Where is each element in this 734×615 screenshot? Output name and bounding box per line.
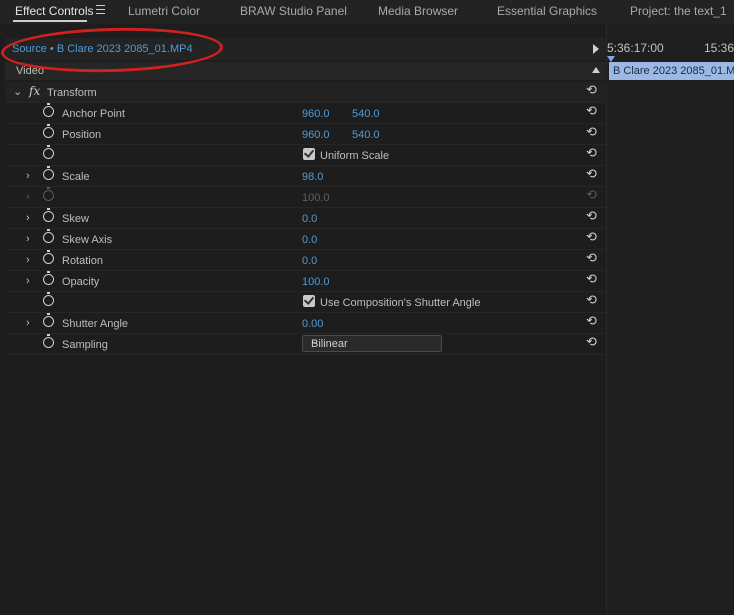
chevron-right-icon[interactable]: ›	[26, 212, 30, 224]
shutter-angle-value[interactable]: 0.00	[302, 318, 323, 330]
stopwatch-icon[interactable]	[43, 103, 54, 117]
stopwatch-icon[interactable]	[43, 229, 54, 243]
position-x-value[interactable]: 960.0	[302, 129, 330, 141]
skew-axis-row: › Skew Axis 0.0 ⟲	[5, 229, 605, 250]
position-label: Position	[62, 129, 102, 141]
skew-axis-label: Skew Axis	[62, 234, 113, 246]
reset-icon[interactable]: ⟲	[586, 335, 598, 348]
hamburger-menu-icon[interactable]	[96, 5, 105, 15]
stopwatch-icon[interactable]	[43, 334, 54, 348]
scale-width-row: › 100.0 ⟲	[5, 187, 605, 208]
stopwatch-icon[interactable]	[43, 313, 54, 327]
stopwatch-icon[interactable]	[43, 124, 54, 138]
scale-row: › Scale 98.0 ⟲	[5, 166, 605, 187]
anchor-point-y-value[interactable]: 540.0	[352, 108, 380, 120]
reset-icon[interactable]: ⟲	[586, 209, 598, 222]
transform-label: Transform	[47, 87, 97, 99]
stopwatch-icon[interactable]	[43, 208, 54, 222]
uniform-scale-row: Uniform Scale ⟲	[5, 145, 605, 166]
uniform-scale-label[interactable]: Uniform Scale	[320, 150, 389, 162]
rotation-value[interactable]: 0.0	[302, 255, 317, 267]
scroll-up-icon[interactable]	[592, 67, 600, 73]
use-comp-shutter-label[interactable]: Use Composition's Shutter Angle	[320, 297, 480, 309]
scale-width-value: 100.0	[302, 192, 330, 204]
reset-icon[interactable]: ⟲	[586, 251, 598, 264]
reset-icon: ⟲	[586, 187, 597, 202]
chevron-right-icon: ›	[26, 191, 30, 203]
use-comp-shutter-row: Use Composition's Shutter Angle ⟲	[5, 292, 605, 313]
stopwatch-icon[interactable]	[43, 271, 54, 285]
reset-icon[interactable]: ⟲	[586, 146, 598, 159]
scale-value[interactable]: 98.0	[302, 171, 323, 183]
panel-tab-bar: Effect Controls Lumetri Color BRAW Studi…	[0, 0, 734, 24]
stopwatch-icon[interactable]	[43, 145, 54, 159]
skew-axis-value[interactable]: 0.0	[302, 234, 317, 246]
use-comp-shutter-checkbox[interactable]	[303, 295, 315, 307]
reset-icon[interactable]: ⟲	[586, 83, 598, 96]
uniform-scale-checkbox[interactable]	[303, 148, 315, 160]
timecode-label: 15:36	[704, 41, 734, 55]
sampling-row: Sampling Bilinear ⌄ ⟲	[5, 334, 605, 355]
chevron-right-icon[interactable]: ›	[26, 254, 30, 266]
rotation-label: Rotation	[62, 255, 103, 267]
reset-icon[interactable]: ⟲	[586, 230, 598, 243]
skew-row: › Skew 0.0 ⟲	[5, 208, 605, 229]
anchor-point-x-value[interactable]: 960.0	[302, 108, 330, 120]
clip-bar-label: B Clare 2023 2085_01.MP4	[613, 65, 734, 77]
reset-icon[interactable]: ⟲	[586, 104, 598, 117]
clip-bar[interactable]: B Clare 2023 2085_01.MP4	[609, 62, 734, 80]
timecode-label: 5:36:17:00	[607, 41, 664, 55]
chevron-right-icon[interactable]: ›	[26, 233, 30, 245]
tab-essential-graphics[interactable]: Essential Graphics	[497, 4, 597, 18]
chevron-down-icon: ⌄	[311, 336, 320, 347]
chevron-right-icon[interactable]: ›	[26, 170, 30, 182]
chevron-right-icon[interactable]: ›	[26, 275, 30, 287]
skew-value[interactable]: 0.0	[302, 213, 317, 225]
tab-effect-controls[interactable]: Effect Controls	[15, 4, 93, 18]
shutter-angle-label: Shutter Angle	[62, 318, 129, 330]
rotation-row: › Rotation 0.0 ⟲	[5, 250, 605, 271]
tab-braw-studio-panel[interactable]: BRAW Studio Panel	[240, 4, 347, 18]
timeline-view[interactable]: 5:36:17:00 15:36 B Clare 2023 2085_01.MP…	[606, 24, 734, 615]
position-row: Position 960.0 540.0 ⟲	[5, 124, 605, 145]
tab-lumetri-color[interactable]: Lumetri Color	[128, 4, 200, 18]
tab-project[interactable]: Project: the text_1	[630, 4, 727, 18]
reset-icon[interactable]: ⟲	[586, 167, 598, 180]
reset-icon[interactable]: ⟲	[586, 293, 598, 306]
anchor-point-row: Anchor Point 960.0 540.0 ⟲	[5, 103, 605, 124]
stopwatch-icon	[43, 187, 54, 201]
stopwatch-icon[interactable]	[43, 166, 54, 180]
position-y-value[interactable]: 540.0	[352, 129, 380, 141]
opacity-label: Opacity	[62, 276, 100, 288]
shutter-angle-row: › Shutter Angle 0.00 ⟲	[5, 313, 605, 334]
anchor-point-label: Anchor Point	[62, 108, 125, 120]
chevron-right-icon[interactable]: ›	[26, 317, 30, 329]
fx-icon[interactable]: fx	[29, 84, 40, 98]
stopwatch-icon[interactable]	[43, 292, 54, 306]
transform-effect-row[interactable]: ⌄ fx Transform ⟲	[5, 82, 605, 103]
chevron-down-icon[interactable]: ⌄	[13, 85, 23, 98]
skew-label: Skew	[62, 213, 89, 225]
opacity-value[interactable]: 100.0	[302, 276, 330, 288]
stopwatch-icon[interactable]	[43, 250, 54, 264]
active-tab-indicator	[13, 20, 87, 22]
opacity-row: › Opacity 100.0 ⟲	[5, 271, 605, 292]
sampling-dropdown[interactable]: Bilinear ⌄	[302, 335, 442, 352]
effect-controls-window: Effect Controls Lumetri Color BRAW Studi…	[0, 0, 734, 615]
play-right-icon[interactable]	[593, 44, 599, 54]
tab-media-browser[interactable]: Media Browser	[378, 4, 458, 18]
reset-icon[interactable]: ⟲	[586, 272, 598, 285]
reset-icon[interactable]: ⟲	[586, 314, 598, 327]
scale-label: Scale	[62, 171, 90, 183]
reset-icon[interactable]: ⟲	[586, 125, 598, 138]
sampling-label: Sampling	[62, 339, 108, 351]
